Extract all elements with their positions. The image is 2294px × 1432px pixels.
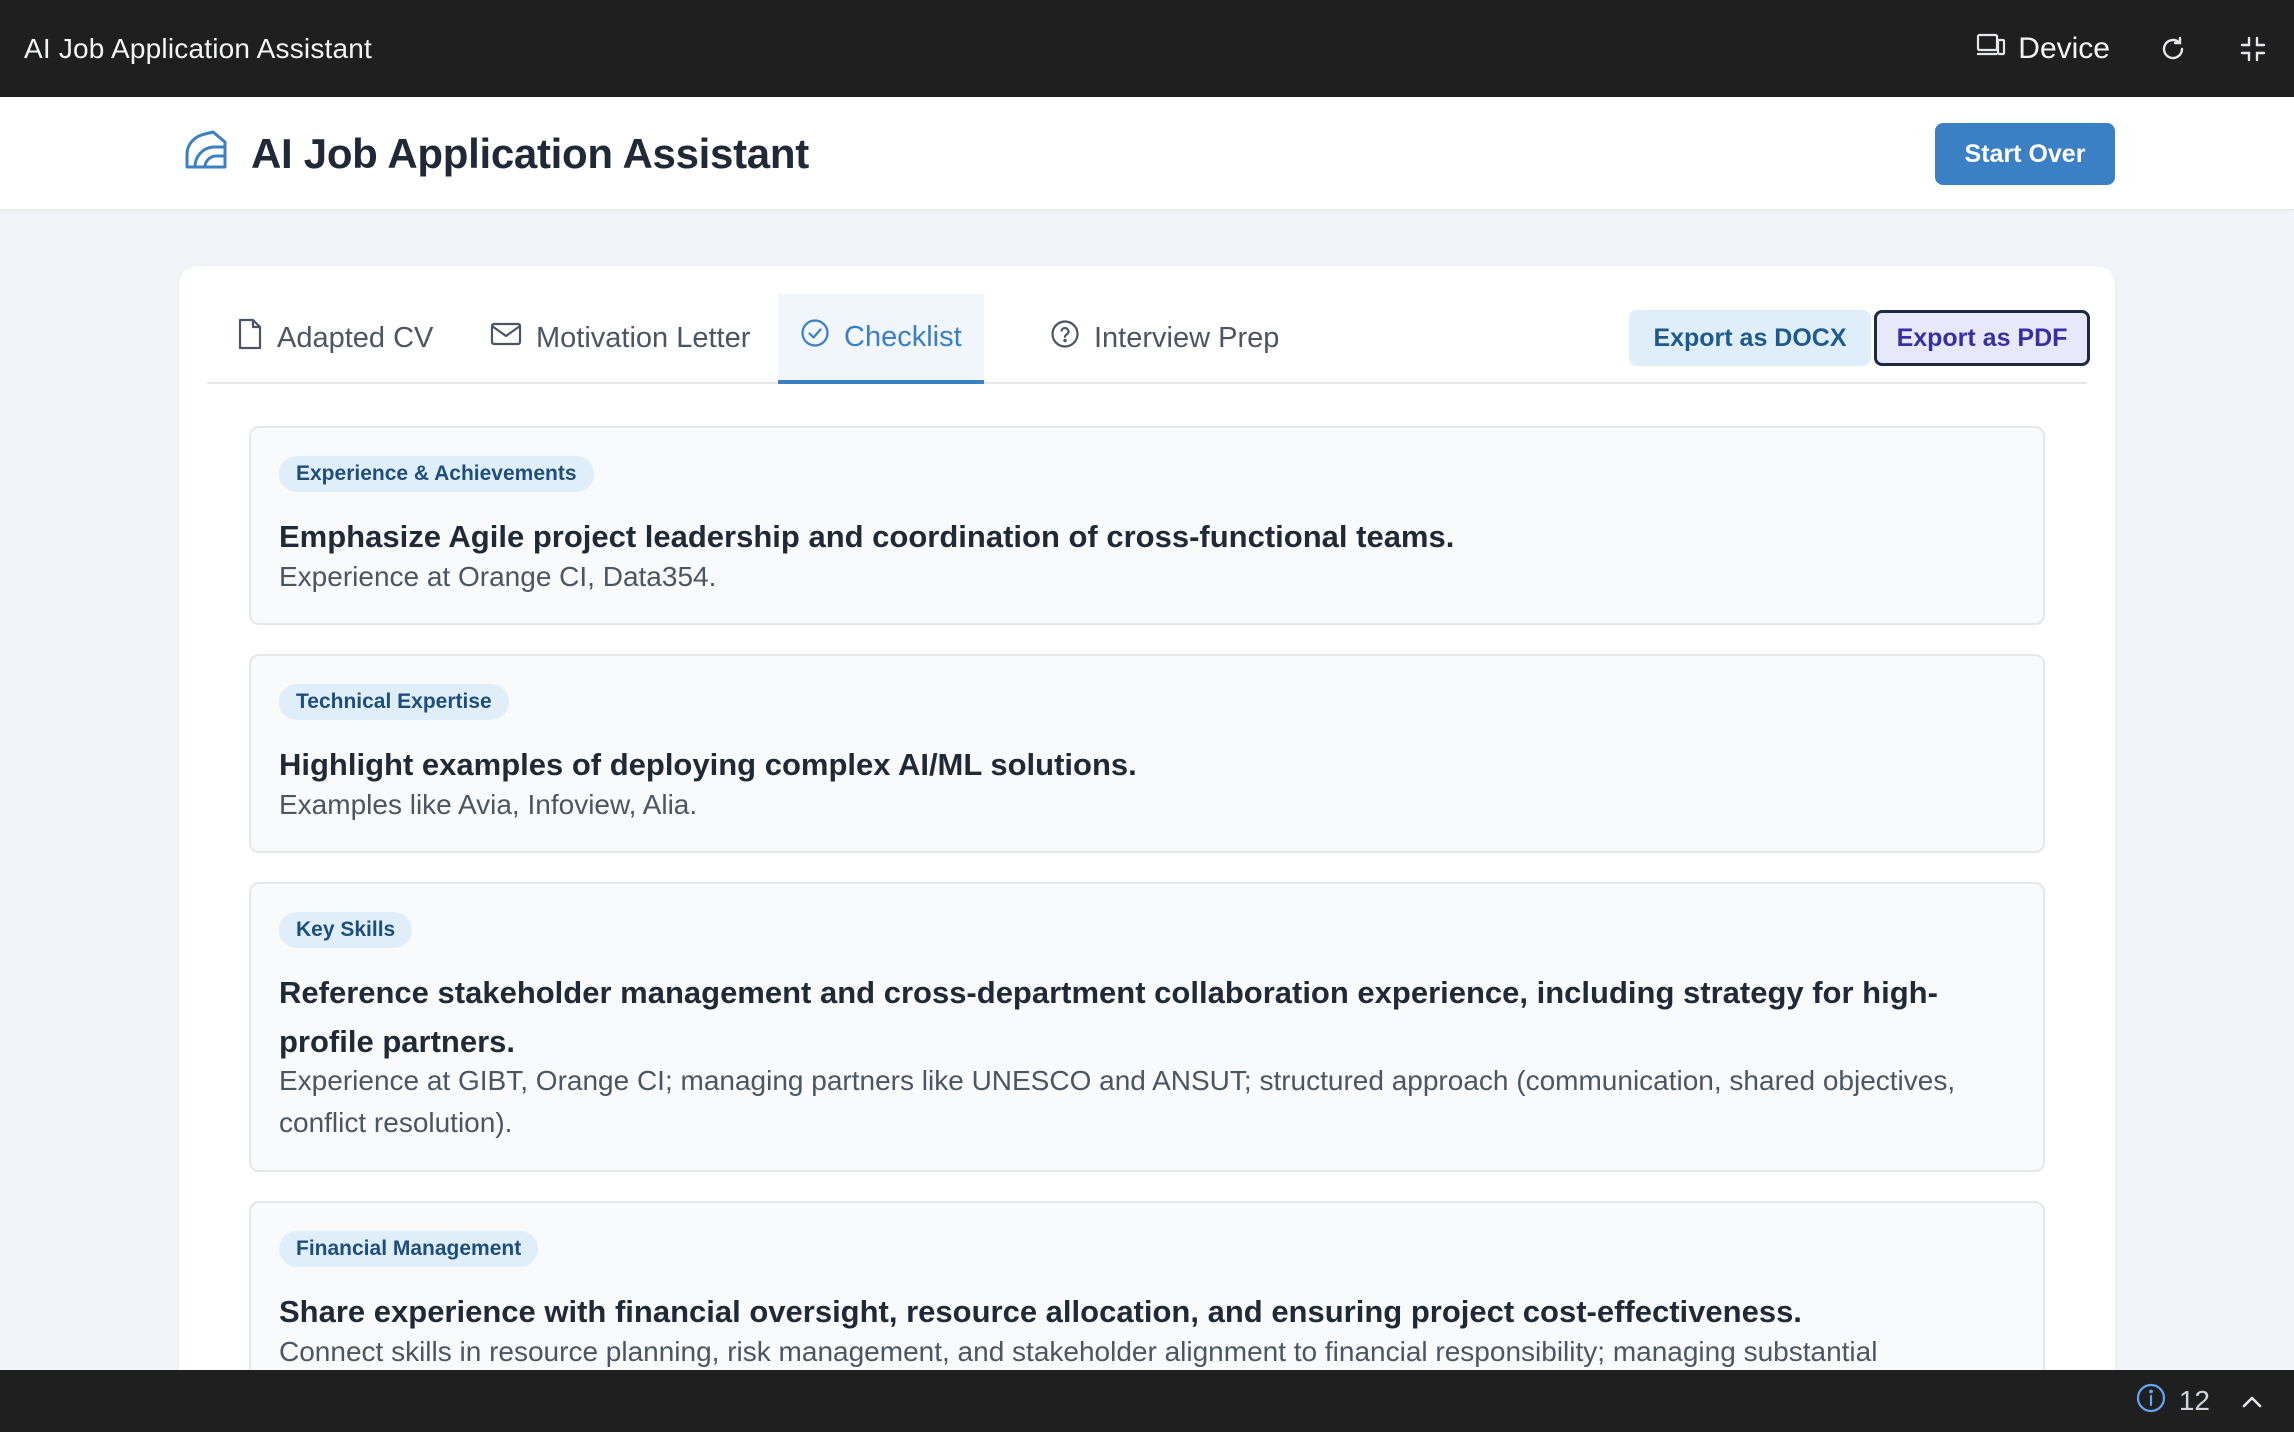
checklist-item: Experience & Achievements Emphasize Agil… — [249, 426, 2045, 625]
question-circle-icon — [1050, 319, 1080, 357]
device-label: Device — [2018, 31, 2110, 65]
tab-label: Motivation Letter — [536, 321, 751, 354]
window-top-bar: AI Job Application Assistant Device — [0, 0, 2294, 97]
reload-icon[interactable] — [2156, 32, 2190, 66]
issues-indicator[interactable]: 12 — [2135, 1382, 2210, 1421]
logo-icon — [183, 130, 229, 177]
tab-checklist[interactable]: Checklist — [778, 294, 984, 384]
category-badge: Key Skills — [279, 912, 413, 948]
checklist-item-title: Emphasize Agile project leadership and c… — [279, 519, 1455, 554]
tab-label: Interview Prep — [1094, 321, 1280, 354]
issues-count: 12 — [2178, 1385, 2210, 1416]
app-title: AI Job Application Assistant — [251, 129, 809, 177]
tab-motivation-letter[interactable]: Motivation Letter — [490, 294, 750, 382]
tab-adapted-cv[interactable]: Adapted CV — [237, 294, 433, 382]
bottom-status-bar: 12 — [0, 1370, 2294, 1432]
category-badge: Experience & Achievements — [279, 456, 594, 492]
tab-label: Adapted CV — [277, 321, 434, 354]
checklist-item-detail: Connect skills in resource planning, ris… — [279, 1336, 1878, 1367]
check-circle-icon — [800, 318, 830, 356]
window-controls: Device — [1976, 32, 2270, 66]
info-icon — [2135, 1382, 2167, 1421]
exit-fullscreen-icon[interactable] — [2236, 32, 2270, 66]
checklist-item-title: Share experience with financial oversigh… — [279, 1294, 1802, 1329]
results-card: Adapted CV Motivation Letter Checklist I… — [179, 266, 2115, 1432]
device-icon — [1976, 32, 2006, 66]
checklist-item-detail: Experience at GIBT, Orange CI; managing … — [279, 1065, 1956, 1138]
checklist-item-title: Highlight examples of deploying complex … — [279, 747, 1137, 782]
checklist-item: Key Skills Reference stakeholder managem… — [249, 882, 2045, 1172]
chevron-up-icon[interactable] — [2240, 1385, 2264, 1417]
tab-label: Checklist — [844, 320, 962, 353]
file-icon — [237, 318, 263, 358]
start-over-button[interactable]: Start Over — [1935, 123, 2115, 185]
device-button[interactable]: Device — [1976, 32, 2110, 66]
brand: AI Job Application Assistant — [183, 97, 809, 210]
checklist-item-detail: Examples like Avia, Infoview, Alia. — [279, 789, 698, 820]
category-badge: Technical Expertise — [279, 684, 509, 720]
checklist-item: Technical Expertise Highlight examples o… — [249, 654, 2045, 853]
checklist-item-title: Reference stakeholder management and cro… — [279, 975, 1938, 1059]
mail-icon — [490, 321, 522, 355]
checklist-item-detail: Experience at Orange CI, Data354. — [279, 561, 717, 592]
category-badge: Financial Management — [279, 1231, 539, 1267]
window-title: AI Job Application Assistant — [24, 32, 373, 64]
tab-interview-prep[interactable]: Interview Prep — [1050, 294, 1279, 382]
export-docx-button[interactable]: Export as DOCX — [1629, 310, 1871, 366]
export-pdf-button[interactable]: Export as PDF — [1874, 310, 2090, 366]
app-header: AI Job Application Assistant Start Over — [0, 97, 2294, 210]
